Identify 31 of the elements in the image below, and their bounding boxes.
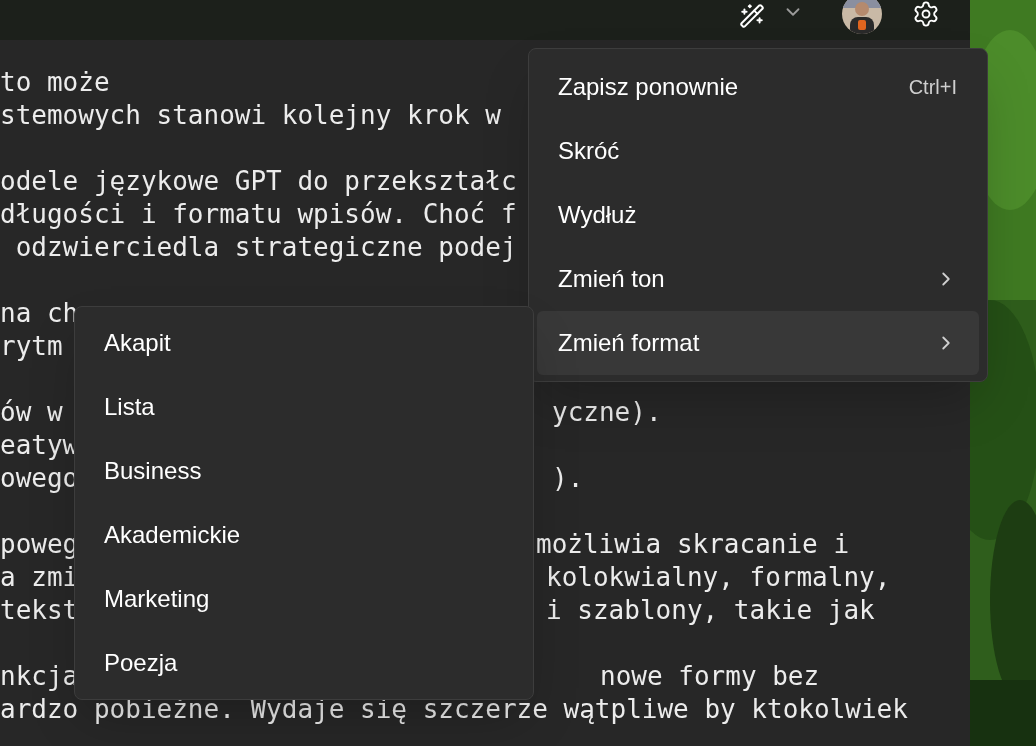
editor-line: długości i formatu wpisów. Choć f [0,199,517,229]
editor-line: i szablony, takie jak [546,594,875,627]
editor-line: rytm [0,331,63,361]
editor-line: ów w [0,397,63,427]
editor-line: owego [0,463,79,493]
editor-line: tekst [0,595,79,625]
menu-item[interactable]: Zmień ton [537,247,979,311]
menu-item[interactable]: Skróć [537,119,979,183]
editor-line: to może [0,67,110,97]
editor-line: a zmi [0,562,79,592]
editor-line: stemowych stanowi kolejny krok w [0,100,501,130]
menu-item[interactable]: Wydłuż [537,183,979,247]
menu-item[interactable]: Lista [83,375,525,439]
menu-item[interactable]: Marketing [83,567,525,631]
editor-line: kolokwialny, formalny, [546,561,891,594]
menu-item[interactable]: Poezja [83,631,525,695]
editor-line: yczne). [552,396,662,429]
editor-line: odzwierciedla strategiczne podej [14,232,517,262]
editor-line: ). [552,462,584,495]
magic-pen-icon[interactable] [738,2,766,30]
menu-item[interactable]: Zmień format [537,311,979,375]
avatar[interactable] [842,0,882,34]
menu-item[interactable]: Akapit [83,311,525,375]
menu-item[interactable]: Business [83,439,525,503]
editor-line: odele językowe GPT do przekształc [0,166,517,196]
menu-item[interactable]: Akademickie [83,503,525,567]
editor-line: możliwia skracanie i [536,528,850,561]
editor-line: nowe formy bez [600,660,820,693]
settings-icon[interactable] [912,0,940,28]
editor-line: ardzo pobieżne. Wydaje się szczerze wątpliwe by ktokolwiek [0,694,908,724]
menu-item[interactable]: Zapisz ponownie Ctrl+I [537,55,979,119]
